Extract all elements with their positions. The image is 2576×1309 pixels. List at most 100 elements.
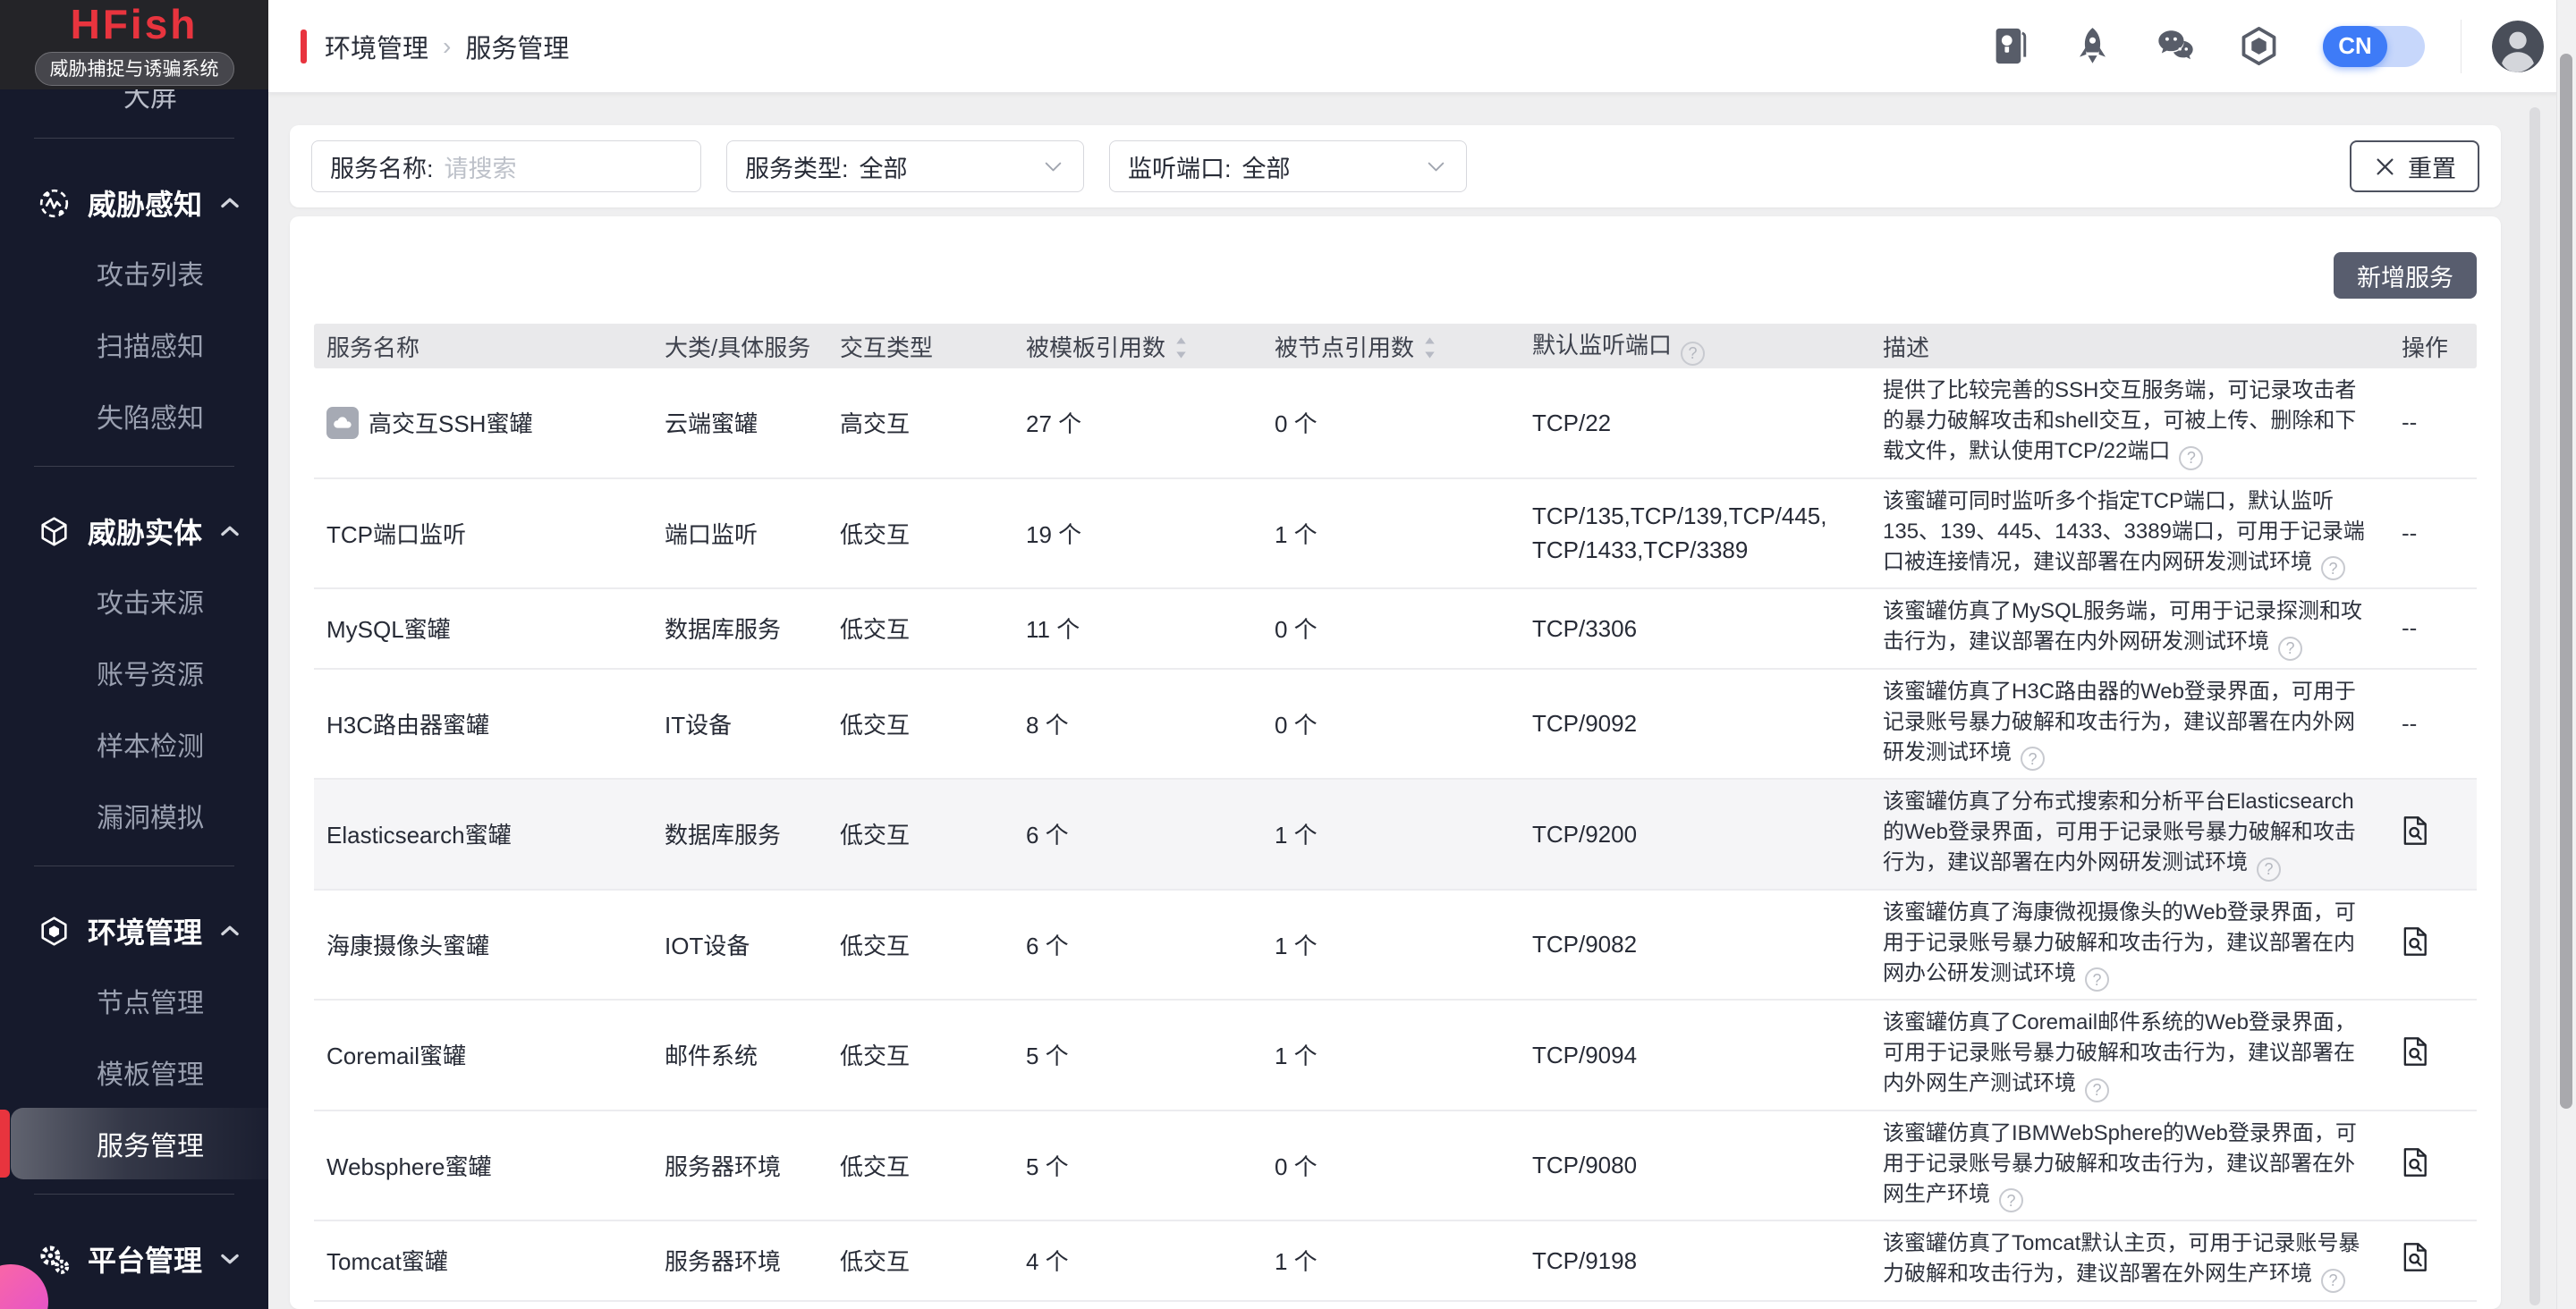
sidebar-item[interactable]: 攻击列表 — [0, 237, 268, 308]
col-template-refs[interactable]: 被模板引用数 — [1026, 324, 1275, 368]
sidebar-item[interactable]: 失陷感知 — [0, 380, 268, 452]
sidebar-item[interactable]: 扫描感知 — [0, 308, 268, 380]
col-interaction: 交互类型 — [840, 324, 1026, 368]
sidebar-item[interactable]: 账号资源 — [0, 637, 268, 708]
breadcrumb-separator-icon: › — [443, 32, 451, 61]
service-name: TCP端口监听 — [326, 517, 466, 550]
topbar-actions: CN — [1947, 20, 2544, 73]
col-service-name: 服务名称 — [314, 324, 665, 368]
row-actions: -- — [2402, 669, 2477, 780]
view-template-icon[interactable] — [2402, 1242, 2428, 1272]
service-name: Tomcat蜜罐 — [326, 1244, 448, 1277]
sidebar-item[interactable]: 服务管理 — [11, 1108, 268, 1179]
breadcrumb-section[interactable]: 环境管理 — [325, 28, 428, 65]
service-description: 该蜜罐仿真了分布式搜索和分析平台Elasticsearch的Web登录界面，可用… — [1883, 779, 2402, 890]
help-icon[interactable]: ? — [2085, 1078, 2109, 1102]
chevron-down-icon — [216, 1246, 243, 1272]
service-name-placeholder: 请搜索 — [445, 149, 517, 184]
chevron-down-icon — [1041, 155, 1065, 179]
topbar-divider — [2461, 20, 2462, 73]
interaction-type: 低交互 — [840, 588, 1026, 669]
language-toggle[interactable]: CN — [2323, 26, 2425, 67]
wechat-icon[interactable] — [2155, 25, 2197, 67]
sidebar-item[interactable]: 模板管理 — [0, 1036, 268, 1108]
help-icon[interactable]: ? — [2278, 637, 2302, 661]
add-service-button[interactable]: 新增服务 — [2334, 252, 2477, 299]
app-name: HFish — [71, 4, 199, 45]
content-scrollbar-thumb[interactable] — [2529, 107, 2540, 1305]
help-icon[interactable]: ? — [1999, 1188, 2023, 1212]
service-category: 数据库服务 — [665, 588, 840, 669]
service-name-filter[interactable]: 服务名称: 请搜索 — [311, 140, 701, 192]
sort-icon[interactable] — [1423, 336, 1436, 359]
service-type-select[interactable]: 服务类型: 全部 — [726, 140, 1084, 192]
table-row[interactable]: Tomcat蜜罐 服务器环境 低交互 4 个 1 个 TCP/9198 该蜜罐仿… — [314, 1220, 2477, 1301]
sidebar-section-0[interactable]: 威胁感知 — [0, 169, 268, 237]
interaction-type: 低交互 — [840, 890, 1026, 1001]
table-row[interactable]: TCP端口监听 端口监听 低交互 19 个 1 个 TCP/135,TCP/13… — [314, 478, 2477, 589]
app-logo: HFish 威胁捕捉与诱骗系统 — [0, 0, 268, 89]
help-icon[interactable]: ? — [2321, 556, 2345, 580]
service-category: IOT设备 — [665, 890, 840, 1001]
user-avatar[interactable] — [2492, 21, 2544, 72]
topbar: 环境管理 › 服务管理 CN — [268, 0, 2576, 93]
hexagon-icon — [38, 915, 71, 948]
node-ref-count: 1 个 — [1275, 1220, 1532, 1301]
table-row[interactable]: Telnet蜜罐 网络服务 低交互 4 个 0 个 TCP/23 该蜜罐仿真了T… — [314, 1301, 2477, 1309]
table-row[interactable]: Websphere蜜罐 服务器环境 低交互 5 个 0 个 TCP/9080 该… — [314, 1111, 2477, 1221]
help-icon[interactable]: ? — [2321, 1269, 2345, 1293]
table-row[interactable]: Elasticsearch蜜罐 数据库服务 低交互 6 个 1 个 TCP/92… — [314, 779, 2477, 890]
manual-icon[interactable] — [1988, 25, 2030, 67]
view-template-icon[interactable] — [2402, 1147, 2428, 1178]
sidebar-item[interactable]: 样本检测 — [0, 708, 268, 780]
view-template-icon[interactable] — [2402, 815, 2428, 846]
template-ref-count: 4 个 — [1026, 1220, 1275, 1301]
table-row[interactable]: MySQL蜜罐 数据库服务 低交互 11 个 0 个 TCP/3306 该蜜罐仿… — [314, 588, 2477, 669]
template-ref-count: 11 个 — [1026, 588, 1275, 669]
sidebar-item[interactable]: 漏洞模拟 — [0, 780, 268, 851]
table-row[interactable]: 海康摄像头蜜罐 IOT设备 低交互 6 个 1 个 TCP/9082 该蜜罐仿真… — [314, 890, 2477, 1001]
reset-button[interactable]: 重置 — [2350, 140, 2479, 192]
sidebar-section-2[interactable]: 环境管理 — [0, 897, 268, 965]
rocket-icon[interactable] — [2072, 25, 2114, 67]
sidebar-divider — [34, 466, 234, 467]
template-ref-count: 5 个 — [1026, 1000, 1275, 1111]
gears-icon — [38, 1243, 71, 1276]
help-icon[interactable]: ? — [2085, 967, 2109, 992]
listen-port-value: 全部 — [1242, 149, 1291, 184]
default-ports: TCP/9198 — [1532, 1220, 1883, 1301]
default-ports: TCP/9094 — [1532, 1000, 1883, 1111]
service-name: Coremail蜜罐 — [326, 1038, 466, 1071]
table-row[interactable]: H3C路由器蜜罐 IT设备 低交互 8 个 0 个 TCP/9092 该蜜罐仿真… — [314, 669, 2477, 780]
help-icon[interactable]: ? — [1681, 342, 1705, 366]
sort-icon[interactable] — [1174, 336, 1188, 359]
page-scrollbar-thumb[interactable] — [2560, 54, 2572, 1109]
view-template-icon[interactable] — [2402, 1036, 2428, 1067]
service-table-card: 新增服务 服务名称 大类/具体服务 交互类型 被模板引用数 被节点引用数 默认监… — [290, 216, 2501, 1309]
node-ref-count: 0 个 — [1275, 1111, 1532, 1221]
service-name: Websphere蜜罐 — [326, 1149, 492, 1182]
interaction-type: 低交互 — [840, 1111, 1026, 1221]
service-category: IT设备 — [665, 669, 840, 780]
service-description: 该蜜罐可同时监听多个指定TCP端口，默认监听135、139、445、1433、3… — [1883, 478, 2402, 589]
node-ref-count: 1 个 — [1275, 779, 1532, 890]
sidebar-section-1[interactable]: 威胁实体 — [0, 497, 268, 565]
help-icon[interactable]: ? — [2179, 446, 2203, 470]
default-ports: TCP/9082 — [1532, 890, 1883, 1001]
default-ports: TCP/23 — [1532, 1301, 1883, 1309]
row-actions — [2402, 1111, 2477, 1221]
listen-port-select[interactable]: 监听端口: 全部 — [1109, 140, 1467, 192]
help-icon[interactable]: ? — [2021, 747, 2045, 771]
table-row[interactable]: Coremail蜜罐 邮件系统 低交互 5 个 1 个 TCP/9094 该蜜罐… — [314, 1000, 2477, 1111]
table-row[interactable]: 高交互SSH蜜罐 云端蜜罐 高交互 27 个 0 个 TCP/22 提供了比较完… — [314, 368, 2477, 478]
sidebar-item[interactable]: 节点管理 — [0, 965, 268, 1036]
node-ref-count: 0 个 — [1275, 1301, 1532, 1309]
shield-icon[interactable] — [2238, 25, 2280, 67]
service-name-label: 服务名称: — [330, 149, 434, 184]
service-type-label: 服务类型: — [745, 149, 849, 184]
row-actions — [2402, 890, 2477, 1001]
col-node-refs[interactable]: 被节点引用数 — [1275, 324, 1532, 368]
sidebar-item[interactable]: 攻击来源 — [0, 565, 268, 637]
view-template-icon[interactable] — [2402, 926, 2428, 957]
help-icon[interactable]: ? — [2257, 857, 2281, 882]
